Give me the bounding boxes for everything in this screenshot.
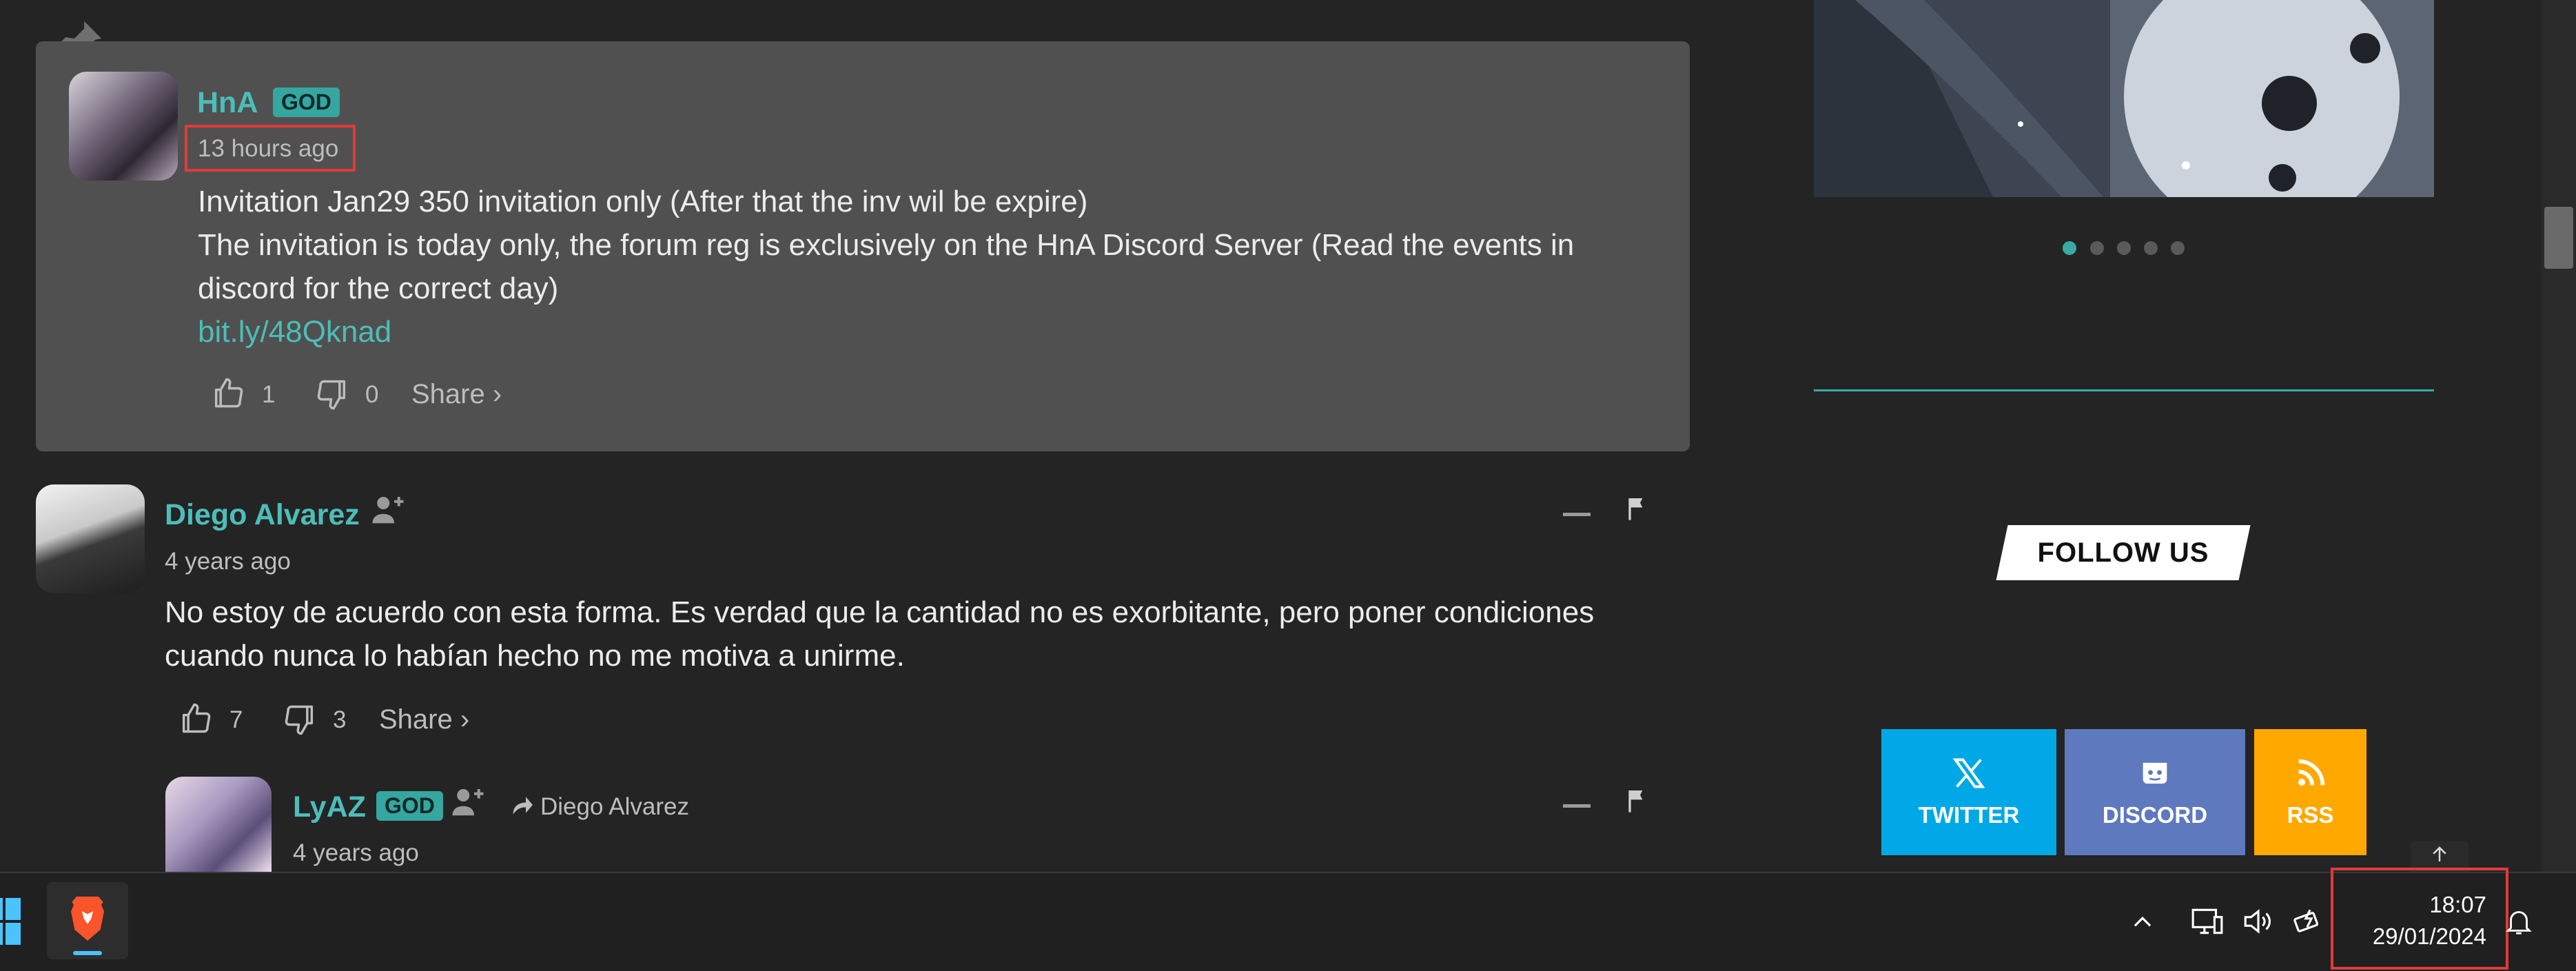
chevron-up-icon[interactable] bbox=[2129, 908, 2156, 934]
taskbar-app-brave[interactable] bbox=[47, 882, 128, 959]
comment-line: No estoy de acuerdo con esta forma. Es v… bbox=[165, 595, 1595, 629]
comment-username[interactable]: LyAZ bbox=[293, 790, 366, 824]
x-logo-icon bbox=[1952, 758, 1985, 788]
reply-to-user[interactable]: Diego Alvarez bbox=[540, 793, 689, 821]
notification-bell-icon[interactable] bbox=[2503, 906, 2535, 937]
like-count: 1 bbox=[262, 381, 276, 408]
clock-time[interactable]: 18:07 bbox=[2357, 892, 2486, 918]
share-button[interactable]: Share › bbox=[411, 379, 502, 410]
scrollbar-track[interactable] bbox=[2542, 0, 2576, 872]
add-user-icon[interactable] bbox=[369, 491, 407, 528]
comment-timestamp[interactable]: 4 years ago bbox=[293, 839, 419, 867]
carousel-dot[interactable] bbox=[2171, 241, 2185, 255]
comment-username[interactable]: HnA bbox=[197, 86, 258, 120]
comment-timestamp[interactable]: 13 hours ago bbox=[198, 135, 338, 163]
featured-banner-image[interactable] bbox=[1814, 0, 2434, 197]
avatar[interactable] bbox=[36, 484, 145, 593]
comment-username[interactable]: Diego Alvarez bbox=[165, 498, 360, 532]
twitter-button[interactable]: TWITTER bbox=[1881, 729, 2056, 855]
comment-timestamp[interactable]: 4 years ago bbox=[165, 548, 291, 575]
add-user-icon[interactable] bbox=[449, 783, 487, 820]
twitter-label: TWITTER bbox=[1918, 802, 2020, 828]
reply-arrow-icon bbox=[513, 797, 533, 815]
active-app-indicator bbox=[73, 951, 102, 955]
comment-line: discord for the correct day) bbox=[198, 272, 559, 305]
like-icon[interactable] bbox=[178, 700, 214, 736]
network-icon[interactable] bbox=[2190, 904, 2225, 939]
rss-button[interactable]: RSS bbox=[2254, 729, 2367, 855]
scrollbar-thumb[interactable] bbox=[2544, 207, 2573, 269]
comment-line: cuando nunca lo habían hecho no me motiv… bbox=[165, 639, 905, 673]
comment-link[interactable]: bit.ly/48Qknad bbox=[198, 310, 1666, 354]
volume-icon[interactable] bbox=[2241, 904, 2276, 939]
discord-icon bbox=[2143, 762, 2167, 784]
comment-body: No estoy de acuerdo con esta forma. Es v… bbox=[165, 591, 1646, 677]
clock-date[interactable]: 29/01/2024 bbox=[2343, 923, 2486, 950]
carousel-dot[interactable] bbox=[2090, 241, 2104, 255]
rss-icon bbox=[2298, 759, 2324, 786]
comment-line: Invitation Jan29 350 invitation only (Af… bbox=[198, 185, 1088, 218]
comment-body: Invitation Jan29 350 invitation only (Af… bbox=[198, 180, 1666, 354]
comment-line: The invitation is today only, the forum … bbox=[198, 228, 1575, 262]
windows-start-icon[interactable] bbox=[0, 898, 21, 946]
section-divider bbox=[1814, 389, 2434, 391]
discord-label: DISCORD bbox=[2102, 802, 2208, 828]
avatar[interactable] bbox=[69, 72, 178, 181]
carousel-dot[interactable] bbox=[2117, 241, 2131, 255]
dislike-count: 3 bbox=[333, 706, 347, 733]
flag-icon[interactable] bbox=[1623, 787, 1650, 815]
like-count: 7 bbox=[229, 706, 243, 733]
dislike-icon[interactable] bbox=[314, 377, 350, 413]
dislike-icon[interactable] bbox=[282, 702, 318, 738]
brave-browser-icon bbox=[71, 897, 104, 941]
avatar[interactable] bbox=[165, 777, 272, 872]
carousel-dot[interactable] bbox=[2144, 241, 2158, 255]
arrow-up-icon bbox=[2433, 846, 2446, 861]
collapse-icon[interactable] bbox=[1563, 804, 1591, 808]
battery-charging-icon[interactable] bbox=[2291, 904, 2326, 939]
rss-label: RSS bbox=[2287, 802, 2334, 828]
follow-us-title: FOLLOW US bbox=[2037, 538, 2209, 568]
user-rank-badge: GOD bbox=[273, 88, 340, 117]
carousel-dot-active[interactable] bbox=[2063, 241, 2076, 255]
collapse-icon[interactable] bbox=[1563, 513, 1591, 516]
clock-highlight bbox=[2331, 868, 2508, 970]
discord-button[interactable]: DISCORD bbox=[2065, 729, 2245, 855]
user-rank-badge: GOD bbox=[376, 791, 443, 821]
flag-icon[interactable] bbox=[1623, 495, 1650, 522]
dislike-count: 0 bbox=[365, 381, 379, 408]
share-button[interactable]: Share › bbox=[379, 704, 469, 735]
like-icon[interactable] bbox=[210, 375, 246, 411]
